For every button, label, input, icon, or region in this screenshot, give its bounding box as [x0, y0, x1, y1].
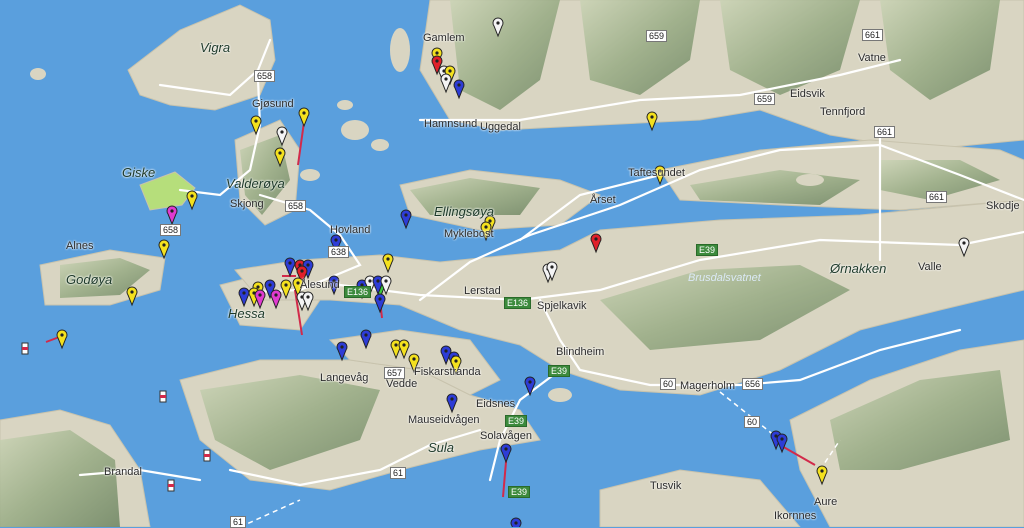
label-godoya: Godøya [66, 272, 113, 287]
road-shield-e39: E39 [508, 486, 531, 498]
label-spjelkavik: Spjelkavik [537, 300, 587, 312]
label-ikornnes: Ikornnes [774, 510, 817, 522]
label-langevag: Langevåg [320, 372, 369, 384]
label-alesund: Ålesund [300, 279, 340, 291]
road-shield-657: 657 [384, 367, 406, 379]
label-tusvik: Tusvik [650, 480, 682, 492]
road-shield-61: 61 [230, 516, 247, 528]
label-hovland: Hovland [330, 224, 371, 236]
label-ornakken: Ørnakken [830, 261, 887, 276]
road-shield-658: 658 [285, 200, 307, 212]
road-shield-e39: E39 [696, 244, 719, 256]
road-shield-e136: E136 [504, 297, 532, 309]
label-gjosund: Gjøsund [252, 98, 294, 110]
road-shield-658: 658 [254, 70, 276, 82]
label-vigra: Vigra [200, 40, 231, 55]
label-hessa: Hessa [228, 306, 265, 321]
label-uggedal: Uggedal [480, 121, 521, 133]
label-mauseidvagen: Mauseidvågen [408, 414, 480, 426]
label-sula: Sula [428, 440, 455, 455]
road-shield-656: 656 [742, 378, 764, 390]
road-shield-661: 661 [874, 126, 896, 138]
label-fiskarstranda: Fiskarstranda [414, 366, 481, 378]
label-blindheim: Blindheim [556, 346, 605, 358]
road-shield-60: 60 [660, 378, 677, 390]
label-skjong: Skjong [230, 198, 264, 210]
label-magerholm: Magerholm [680, 380, 736, 392]
road-shield-659: 659 [646, 30, 668, 42]
label-alnes: Alnes [66, 240, 94, 252]
label-eidsvik: Eidsvik [790, 88, 825, 100]
label-hamnsund: Hamnsund [424, 118, 478, 130]
label-lerstad: Lerstad [464, 285, 501, 297]
road-shield-60: 60 [744, 416, 761, 428]
label-solavagen: Solavågen [480, 430, 532, 442]
label-taftesundet: Taftesundet [628, 167, 685, 179]
label-valle: Valle [918, 261, 942, 273]
label-gamlem: Gamlem [423, 32, 465, 44]
label-giske: Giske [122, 165, 156, 180]
label-arset: Årset [590, 194, 616, 206]
label-aure: Aure [814, 496, 838, 508]
label-vatne: Vatne [858, 52, 886, 64]
road-shield-638: 638 [328, 246, 350, 258]
blue-map-pin[interactable] [510, 517, 522, 527]
road-shield-e39: E39 [505, 415, 528, 427]
road-shield-e136: E136 [344, 286, 372, 298]
road-shield-658: 658 [160, 224, 182, 236]
label-brusdalsvatnet: Brusdalsvatnet [688, 272, 761, 284]
label-ellingsoya: Ellingsøya [434, 204, 494, 219]
label-tennfjord: Tennfjord [820, 106, 866, 118]
road-shield-661: 661 [926, 191, 948, 203]
road-shield-659: 659 [754, 93, 776, 105]
label-myklebost: Myklebost [444, 228, 494, 240]
label-eidsnes: Eidsnes [476, 398, 516, 410]
label-brandal: Brandal [104, 466, 142, 478]
road-shield-661: 661 [862, 29, 884, 41]
road-shield-61: 61 [390, 467, 407, 479]
label-skodje: Skodje [986, 200, 1020, 212]
label-vedde: Vedde [386, 378, 418, 390]
label-valderoya: Valderøya [226, 176, 285, 191]
road-shield-e39: E39 [548, 365, 571, 377]
